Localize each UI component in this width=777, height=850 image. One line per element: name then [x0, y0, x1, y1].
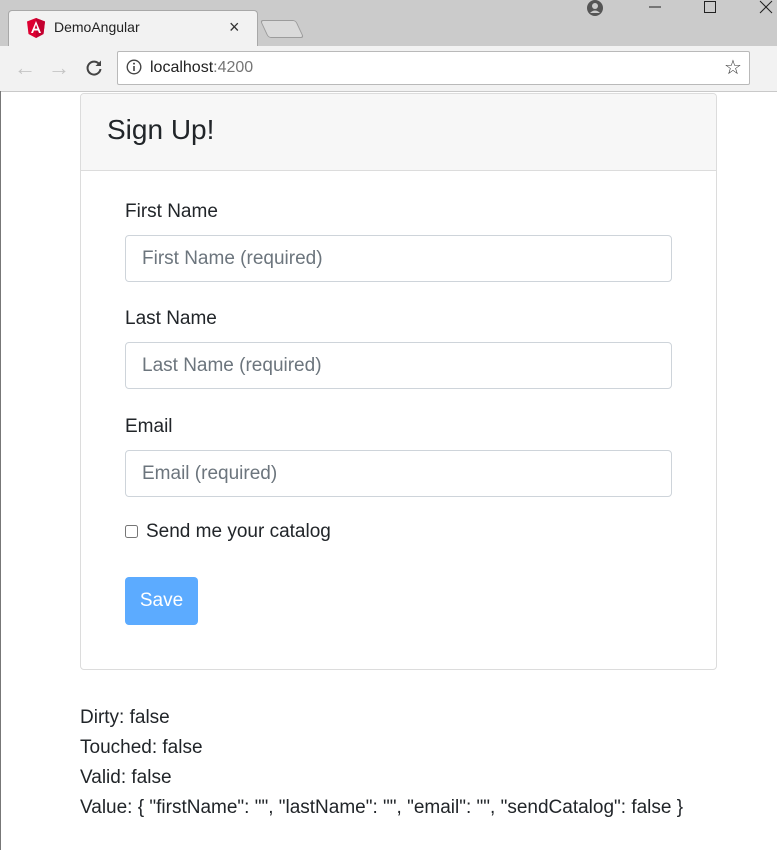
url-text: localhost:4200 [150, 59, 253, 77]
first-name-field[interactable] [125, 235, 672, 282]
reload-icon[interactable] [85, 59, 103, 77]
card-header: Sign Up! [81, 94, 716, 171]
menu-dots-icon[interactable]: ⋮ [769, 57, 777, 79]
angular-icon [27, 18, 45, 38]
star-icon[interactable]: ☆ [724, 57, 742, 79]
window-border [0, 91, 1, 850]
status-value: Value: { "firstName": "", "lastName": ""… [80, 797, 684, 818]
minimize-icon[interactable] [648, 0, 662, 14]
back-arrow-icon[interactable]: ← [14, 56, 36, 80]
profile-icon[interactable] [587, 0, 603, 16]
last-name-label: Last Name [125, 308, 217, 329]
status-valid: Valid: false [80, 767, 172, 788]
page-title: Sign Up! [107, 114, 215, 145]
send-catalog-checkbox[interactable] [125, 525, 138, 538]
email-label: Email [125, 416, 173, 437]
maximize-icon[interactable] [703, 0, 717, 14]
tab-close-button[interactable]: × [229, 17, 240, 37]
status-touched: Touched: false [80, 737, 203, 758]
last-name-field[interactable] [125, 342, 672, 389]
send-catalog-label[interactable]: Send me your catalog [146, 521, 331, 543]
url-host: localhost [150, 59, 214, 76]
info-icon[interactable] [126, 59, 142, 75]
close-icon[interactable] [759, 0, 773, 14]
tab-title: DemoAngular [54, 19, 140, 35]
forward-arrow-icon[interactable]: → [48, 56, 70, 80]
email-field[interactable] [125, 450, 672, 497]
first-name-label: First Name [125, 201, 218, 222]
url-port: :4200 [213, 59, 254, 76]
status-dirty: Dirty: false [80, 707, 170, 728]
save-button[interactable]: Save [125, 577, 198, 625]
